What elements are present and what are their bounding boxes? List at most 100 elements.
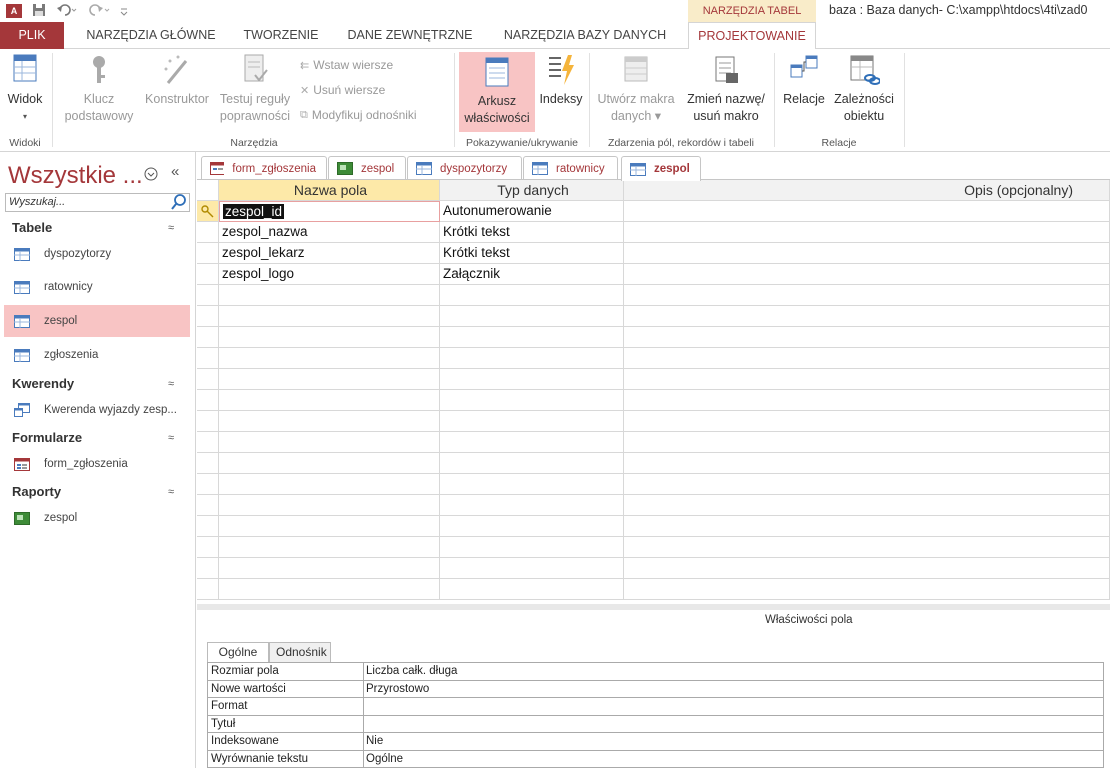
empty-cell[interactable] xyxy=(624,537,1110,558)
row-selector[interactable] xyxy=(197,348,219,369)
empty-cell[interactable] xyxy=(624,432,1110,453)
table-row-field[interactable]: zespol_nazwa xyxy=(219,222,440,243)
empty-cell[interactable] xyxy=(219,432,440,453)
empty-cell[interactable] xyxy=(219,306,440,327)
relationships-button[interactable]: Relacje xyxy=(778,53,830,108)
row-selector[interactable] xyxy=(197,390,219,411)
nav-section-queries[interactable]: Kwerendy xyxy=(12,376,74,391)
search-icon[interactable] xyxy=(171,194,187,215)
table-row-type[interactable]: Krótki tekst xyxy=(440,243,624,264)
property-row[interactable]: Rozmiar pola Liczba całk. długa xyxy=(208,663,1103,681)
nav-item-zgloszenia[interactable]: zgłoszenia xyxy=(4,339,190,371)
property-row[interactable]: Nowe wartości Przyrostowo xyxy=(208,680,1103,698)
collapse-reports-icon[interactable]: ≈ xyxy=(168,486,174,498)
collapse-tables-icon[interactable]: ≈ xyxy=(168,222,174,234)
empty-cell[interactable] xyxy=(219,369,440,390)
grid-splitter[interactable] xyxy=(197,604,1110,610)
empty-cell[interactable] xyxy=(624,579,1110,600)
empty-cell[interactable] xyxy=(219,453,440,474)
row-selector[interactable] xyxy=(197,432,219,453)
empty-cell[interactable] xyxy=(440,432,624,453)
table-row-desc[interactable] xyxy=(624,201,1110,222)
redo-icon[interactable] xyxy=(88,3,110,20)
property-sheet-button[interactable]: Arkusz właściwości xyxy=(459,52,535,132)
row-selector[interactable] xyxy=(197,537,219,558)
table-row-desc[interactable] xyxy=(624,243,1110,264)
row-selector[interactable] xyxy=(197,222,219,243)
column-header-field-name[interactable]: Nazwa pola xyxy=(219,180,440,201)
empty-cell[interactable] xyxy=(440,306,624,327)
view-button[interactable]: Widok ▾ xyxy=(3,53,47,125)
empty-cell[interactable] xyxy=(440,390,624,411)
empty-cell[interactable] xyxy=(440,579,624,600)
empty-cell[interactable] xyxy=(624,474,1110,495)
table-row-field[interactable]: zespol_logo xyxy=(219,264,440,285)
empty-cell[interactable] xyxy=(440,537,624,558)
empty-cell[interactable] xyxy=(440,495,624,516)
row-selector[interactable] xyxy=(197,369,219,390)
empty-cell[interactable] xyxy=(440,369,624,390)
empty-cell[interactable] xyxy=(624,390,1110,411)
empty-cell[interactable] xyxy=(624,327,1110,348)
empty-cell[interactable] xyxy=(624,369,1110,390)
row-selector[interactable] xyxy=(197,264,219,285)
delete-rows-button[interactable]: ✕ Usuń wiersze xyxy=(300,83,385,97)
empty-cell[interactable] xyxy=(219,495,440,516)
builder-button[interactable]: Konstruktor xyxy=(140,53,214,108)
tab-file[interactable]: PLIK xyxy=(0,22,64,49)
row-selector[interactable] xyxy=(197,495,219,516)
empty-cell[interactable] xyxy=(440,558,624,579)
doc-tab-dyspozytorzy[interactable]: dyspozytorzy xyxy=(407,156,522,180)
doc-tab-ratownicy[interactable]: ratownicy xyxy=(523,156,618,180)
nav-item-report[interactable]: zespol xyxy=(4,502,190,534)
property-row[interactable]: Tytuł xyxy=(208,715,1103,733)
doc-tab-zespol-table[interactable]: zespol xyxy=(621,156,701,181)
column-header-description[interactable]: Opis (opcjonalny) xyxy=(624,180,1110,201)
rename-delete-macro-button[interactable]: Zmień nazwę/ usuń makro xyxy=(682,53,770,125)
tab-create[interactable]: TWORZENIE xyxy=(236,22,326,49)
tab-home[interactable]: NARZĘDZIA GŁÓWNE xyxy=(70,22,232,49)
table-row-field[interactable]: zespol_lekarz xyxy=(219,243,440,264)
empty-cell[interactable] xyxy=(440,327,624,348)
test-validation-button[interactable]: Testuj reguły poprawności xyxy=(214,53,296,125)
row-selector[interactable] xyxy=(197,327,219,348)
empty-cell[interactable] xyxy=(624,495,1110,516)
nav-section-forms[interactable]: Formularze xyxy=(12,430,82,445)
modify-lookups-button[interactable]: ⧉ Modyfikuj odnośniki xyxy=(300,108,417,122)
table-row-desc[interactable] xyxy=(624,222,1110,243)
empty-cell[interactable] xyxy=(440,516,624,537)
shutter-bar-close-icon[interactable]: « xyxy=(171,163,179,180)
empty-cell[interactable] xyxy=(219,411,440,432)
doc-tab-form-zgloszenia[interactable]: form_zgłoszenia xyxy=(201,156,327,180)
table-row-field[interactable]: zespol_id xyxy=(219,201,440,222)
empty-cell[interactable] xyxy=(219,348,440,369)
empty-cell[interactable] xyxy=(624,306,1110,327)
nav-pane-title[interactable]: Wszystkie ... xyxy=(8,162,143,190)
nav-item-form[interactable]: form_zgłoszenia xyxy=(4,448,190,480)
collapse-forms-icon[interactable]: ≈ xyxy=(168,432,174,444)
empty-cell[interactable] xyxy=(219,537,440,558)
row-selector[interactable] xyxy=(197,306,219,327)
select-all-corner[interactable] xyxy=(197,180,219,201)
empty-cell[interactable] xyxy=(440,285,624,306)
empty-cell[interactable] xyxy=(624,453,1110,474)
table-row-type[interactable]: Załącznik xyxy=(440,264,624,285)
insert-rows-button[interactable]: ⇇ Wstaw wiersze xyxy=(300,58,393,72)
empty-cell[interactable] xyxy=(624,411,1110,432)
property-row[interactable]: Format xyxy=(208,698,1103,716)
object-dependencies-button[interactable]: Zależności obiektu xyxy=(830,53,898,125)
empty-cell[interactable] xyxy=(219,327,440,348)
empty-cell[interactable] xyxy=(219,579,440,600)
empty-cell[interactable] xyxy=(440,453,624,474)
nav-item-query[interactable]: Kwerenda wyjazdy zesp... xyxy=(4,394,190,426)
indexes-button[interactable]: Indeksy xyxy=(536,53,586,108)
tab-general[interactable]: Ogólne xyxy=(207,642,269,663)
nav-section-tables[interactable]: Tabele xyxy=(12,220,52,235)
table-row-desc[interactable] xyxy=(624,264,1110,285)
empty-cell[interactable] xyxy=(440,411,624,432)
nav-menu-icon[interactable] xyxy=(144,167,158,186)
nav-item-ratownicy[interactable]: ratownicy xyxy=(4,271,190,303)
empty-cell[interactable] xyxy=(440,474,624,495)
empty-cell[interactable] xyxy=(219,285,440,306)
nav-item-zespol[interactable]: zespol xyxy=(4,305,190,337)
